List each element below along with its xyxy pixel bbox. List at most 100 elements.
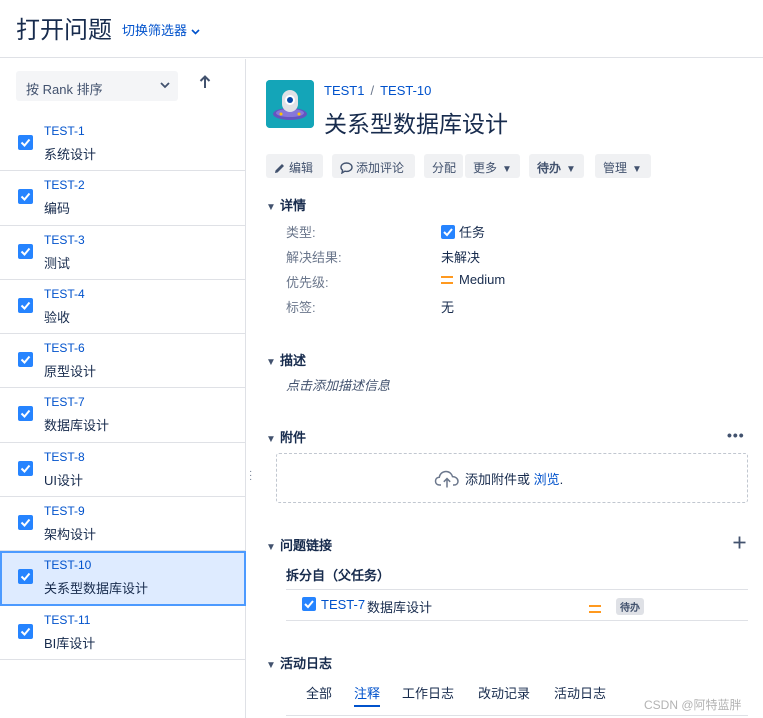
task-type-icon xyxy=(18,297,33,313)
issue-list: TEST-1 系统设计 TEST-2 编码 TEST-3 测试 TEST-4 验收 TEST-6… xyxy=(0,117,246,660)
breadcrumb-separator: / xyxy=(370,83,375,98)
issue-list-item[interactable]: TEST-7 数据库设计 xyxy=(0,388,246,443)
issue-key: TEST-7 xyxy=(44,395,85,410)
issue-key: TEST-1 xyxy=(44,124,85,138)
pencil-icon xyxy=(275,164,284,173)
filter-switch-button[interactable]: 切换筛选器 xyxy=(122,20,200,39)
description-placeholder[interactable]: 点击添加描述信息 xyxy=(286,375,390,394)
sort-select[interactable]: 按 Rank 排序 xyxy=(16,71,178,101)
dropzone-content: 添加附件或 浏览. xyxy=(434,469,563,492)
link-group-label: 拆分自（父任务） xyxy=(286,568,391,583)
attachments-section-toggle[interactable]: ▼ 附件 xyxy=(266,427,306,446)
browse-link[interactable]: 浏览 xyxy=(534,472,560,487)
chevron-down-icon: ▼ xyxy=(502,164,512,175)
linked-issue-summary[interactable]: 数据库设计 xyxy=(367,597,432,616)
add-comment-button[interactable]: 添加评论 xyxy=(332,154,415,178)
issue-summary: BI库设计 xyxy=(44,635,96,651)
chevron-down-icon: ▼ xyxy=(266,542,276,553)
breadcrumb-project-link[interactable]: TEST1 xyxy=(324,83,364,98)
linked-issue-row[interactable]: TEST-7 数据库设计 待办 xyxy=(286,589,748,621)
issue-key: TEST-11 xyxy=(44,612,91,627)
resolution-value: 未解决 xyxy=(441,250,481,265)
task-type-icon xyxy=(18,243,33,259)
tab-worklog[interactable]: 工作日志 xyxy=(402,683,454,702)
field-label: 解决结果: xyxy=(286,250,342,265)
issue-key: TEST-4 xyxy=(44,286,85,301)
issue-summary: 架构设计 xyxy=(44,527,97,543)
attachments-heading: 附件 xyxy=(280,430,307,445)
issue-list-item[interactable]: TEST-3 测试 xyxy=(0,226,246,280)
chevron-down-icon: ▼ xyxy=(266,660,276,671)
add-comment-label: 添加评论 xyxy=(356,161,405,175)
task-type-icon xyxy=(18,623,33,639)
details-fields: 类型: 任务 解决结果: 未解决 优先级: Medium 标签: 无 xyxy=(286,222,746,322)
issue-key: TEST-6 xyxy=(44,341,85,356)
field-value-type: 任务 xyxy=(441,222,485,241)
edit-button[interactable]: 编辑 xyxy=(266,154,323,178)
field-label: 标签: xyxy=(286,300,316,315)
issue-links-section-toggle[interactable]: ▼ 问题链接 xyxy=(266,535,332,554)
issue-list-item[interactable]: TEST-6 原型设计 xyxy=(0,334,246,389)
tab-all[interactable]: 全部 xyxy=(306,683,332,702)
issue-list-item[interactable]: TEST-2 编码 xyxy=(0,171,246,226)
field-label: 类型: xyxy=(286,225,316,240)
chevron-down-icon: ▼ xyxy=(266,357,276,368)
more-button[interactable]: 更多 ▼ xyxy=(465,154,520,178)
task-type-icon xyxy=(18,406,33,422)
activity-section-toggle[interactable]: ▼ 活动日志 xyxy=(266,653,332,672)
issue-summary: 原型设计 xyxy=(44,364,97,380)
chevron-down-icon: ▼ xyxy=(266,434,276,445)
tab-activity[interactable]: 活动日志 xyxy=(554,683,606,702)
activity-heading: 活动日志 xyxy=(280,656,333,671)
admin-button[interactable]: 管理 ▼ xyxy=(595,154,651,178)
issue-list-item[interactable]: TEST-1 系统设计 xyxy=(0,117,246,172)
breadcrumb: TEST1 / TEST-10 xyxy=(324,83,431,98)
issue-list-item[interactable]: TEST-9 架构设计 xyxy=(0,497,246,552)
description-section-toggle[interactable]: ▼ 描述 xyxy=(266,350,306,369)
sort-direction-arrow-icon[interactable] xyxy=(199,75,211,94)
dropzone-period: . xyxy=(559,472,564,487)
sort-select-label: 按 Rank 排序 xyxy=(26,82,103,97)
comment-icon xyxy=(340,162,353,175)
plus-icon xyxy=(733,536,746,549)
add-link-button[interactable] xyxy=(733,533,746,553)
issue-summary: UI设计 xyxy=(44,472,84,488)
task-type-icon xyxy=(441,225,455,239)
priority-value: Medium xyxy=(459,272,506,287)
field-priority: 优先级: Medium xyxy=(286,272,746,297)
issue-links-heading: 问题链接 xyxy=(280,538,333,553)
issue-summary: 系统设计 xyxy=(44,147,97,162)
chevron-down-icon: ▼ xyxy=(566,164,576,175)
issue-title[interactable]: 关系型数据库设计 xyxy=(324,105,508,139)
watermark: CSDN @阿特蓝胖 xyxy=(644,698,742,712)
tab-comments[interactable]: 注释 xyxy=(354,683,381,707)
dropzone-text: 添加附件或 xyxy=(465,472,534,487)
more-label: 更多 xyxy=(473,161,498,175)
attachment-dropzone[interactable]: 添加附件或 浏览. xyxy=(276,453,748,503)
more-options-icon[interactable]: ••• xyxy=(727,427,745,443)
page-header: 打开问题 切换筛选器 xyxy=(0,0,763,58)
breadcrumb-issue-link[interactable]: TEST-10 xyxy=(380,83,431,98)
status-badge: 待办 xyxy=(616,598,644,615)
details-section-toggle[interactable]: ▼ 详情 xyxy=(266,195,306,214)
issue-list-item[interactable]: TEST-8 UI设计 xyxy=(0,443,246,498)
issue-list-item[interactable]: TEST-11 BI库设计 xyxy=(0,606,246,660)
issue-list-item[interactable]: TEST-10 关系型数据库设计 xyxy=(0,551,246,606)
tab-history[interactable]: 改动记录 xyxy=(478,683,530,702)
assign-button[interactable]: 分配 xyxy=(424,154,463,178)
field-label: 优先级: xyxy=(286,275,329,290)
field-resolution: 解决结果: 未解决 xyxy=(286,247,746,272)
tabs-divider xyxy=(286,715,748,716)
issue-list-item[interactable]: TEST-4 验收 xyxy=(0,280,246,335)
task-type-icon xyxy=(18,460,33,476)
labels-value: 无 xyxy=(441,300,455,315)
linked-issue-key[interactable]: TEST-7 xyxy=(321,597,365,612)
chevron-down-icon xyxy=(160,78,170,95)
priority-medium-icon xyxy=(589,601,601,616)
issue-summary: 关系型数据库设计 xyxy=(44,581,149,597)
filter-switch-label: 切换筛选器 xyxy=(122,23,188,38)
status-button[interactable]: 待办 ▼ xyxy=(529,154,584,178)
page-title: 打开问题 xyxy=(16,17,112,44)
issue-key: TEST-10 xyxy=(44,558,92,573)
chevron-down-icon: ▼ xyxy=(632,164,642,175)
